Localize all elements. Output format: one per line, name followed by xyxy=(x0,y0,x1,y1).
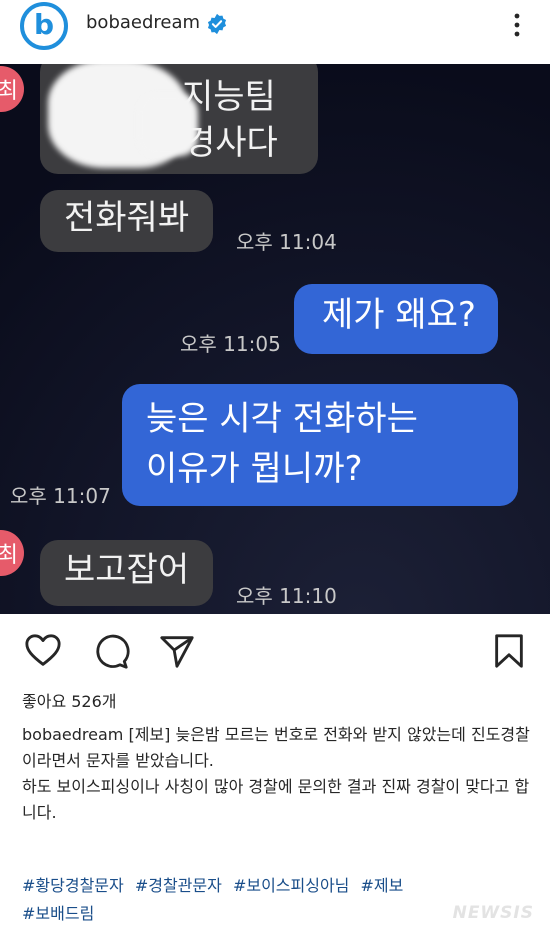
share-icon[interactable] xyxy=(158,632,196,670)
verified-badge-icon xyxy=(207,13,227,35)
message-line: 늦은 시각 전화하는 xyxy=(146,399,418,439)
post-caption: bobaedream [제보] 늦은밤 모르는 번호로 전화와 받지 않았는데 … xyxy=(22,722,532,826)
profile-avatar[interactable]: b xyxy=(20,2,68,50)
hashtag[interactable]: #보이스피싱아님 xyxy=(233,876,349,895)
avatar-letter: b xyxy=(33,7,55,41)
message-line: 지능팀 xyxy=(182,77,276,117)
action-bar xyxy=(0,614,550,684)
message-line: 이유가 뭡니까? xyxy=(146,449,363,489)
message-bubble-incoming: 보고잡어 xyxy=(40,540,214,606)
message-time: 오후 11:10 xyxy=(236,584,337,608)
bookmark-icon[interactable] xyxy=(490,632,528,670)
message-bubble-incoming: 전화줘봐 xyxy=(40,190,214,252)
message-time: 오후 11:05 xyxy=(180,332,281,356)
message-bubble-outgoing: 늦은 시각 전화하는 이유가 뭡니까? xyxy=(122,384,518,506)
redacted-blur xyxy=(138,94,198,156)
newsis-watermark: NEWSIS xyxy=(452,903,534,923)
sender-avatar: 최 xyxy=(0,530,24,576)
message-time: 오후 11:07 xyxy=(10,484,111,508)
post-image[interactable]: 최 최 지능팀 경사다 전화줘봐 오후 11:04 제가 왜요? 오후 11:0… xyxy=(0,64,550,614)
post-header: b bobaedream xyxy=(0,0,550,64)
hashtag[interactable]: #경찰관문자 xyxy=(135,876,222,895)
comment-icon[interactable] xyxy=(92,632,130,670)
caption-text: 하도 보이스피싱이나 사칭이 많아 경찰에 문의한 결과 진짜 경찰이 맞다고 … xyxy=(22,777,530,822)
message-bubble-outgoing: 제가 왜요? xyxy=(294,284,498,354)
message-time: 오후 11:04 xyxy=(236,230,337,254)
more-options-icon[interactable] xyxy=(502,10,532,40)
heart-icon[interactable] xyxy=(24,632,62,670)
message-line: 경사다 xyxy=(184,123,278,163)
sender-avatar: 최 xyxy=(0,66,24,112)
like-count[interactable]: 좋아요 526개 xyxy=(22,688,117,712)
hashtag[interactable]: #보배드림 xyxy=(22,904,94,923)
hashtag[interactable]: #제보 xyxy=(360,876,403,895)
hashtag[interactable]: #황당경찰문자 xyxy=(22,876,124,895)
caption-username[interactable]: bobaedream xyxy=(22,725,123,744)
username[interactable]: bobaedream xyxy=(86,12,200,33)
